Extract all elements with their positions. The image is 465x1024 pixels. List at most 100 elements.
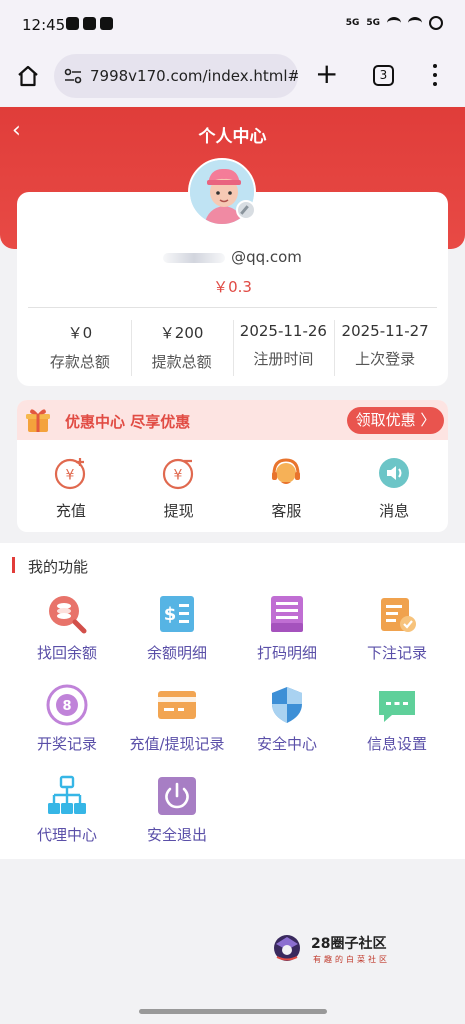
home-icon[interactable] [16, 64, 40, 88]
function-label: 代理中心 [36, 826, 97, 844]
url-text: 7998v170.com/index.html#/mine [90, 67, 298, 85]
battery-icon [429, 16, 443, 30]
section-marker [12, 557, 15, 573]
function-label: 充值/提现记录 [129, 735, 225, 753]
function-agent-center[interactable]: 代理中心 [12, 775, 122, 845]
section-title: 我的功能 [28, 558, 89, 576]
shield-icon [272, 687, 302, 723]
browser-toolbar: 7998v170.com/index.html#/mine + 3 [0, 50, 465, 106]
stat-deposit-total: ￥0 存款总额 [29, 318, 131, 376]
tiktok-icon [83, 17, 96, 30]
code-detail-icon [271, 596, 303, 632]
function-label: 开奖记录 [36, 735, 97, 753]
stat-label: 上次登录 [355, 350, 416, 368]
ball-eight-icon: 8 [46, 684, 88, 726]
community-logo-icon [274, 935, 300, 961]
svg-text:¥: ¥ [65, 468, 74, 484]
signal-icon: 5G [345, 18, 360, 28]
stat-register-time: 2025-11-26 注册时间 [232, 318, 335, 376]
quick-action-label: 提现 [163, 502, 194, 520]
stat-withdraw-total: ￥200 提款总额 [130, 318, 233, 376]
svg-text:8: 8 [62, 699, 71, 714]
status-bar: 12:45 5G 5G [0, 0, 465, 50]
function-label: 余额明细 [146, 644, 207, 662]
balance-detail-icon: $ [160, 596, 194, 632]
card-icon [158, 691, 196, 719]
status-time: 12:45 [22, 16, 66, 34]
page-title: 个人中心 [198, 127, 267, 147]
bet-record-icon [381, 598, 416, 632]
redacted-text [163, 252, 226, 263]
watermark-subtitle: 有趣的白菜社区 [313, 955, 390, 964]
function-logout[interactable]: 安全退出 [122, 775, 232, 845]
wifi-icon [387, 17, 401, 29]
wifi-icon [408, 17, 422, 29]
stat-value: ￥0 [67, 324, 93, 342]
function-label: 安全退出 [146, 826, 207, 844]
svg-text:¥: ¥ [173, 468, 182, 484]
stat-label: 提款总额 [151, 353, 212, 371]
plus-icon[interactable]: + [315, 60, 338, 88]
functions-grid: 找回余额 $ 余额明细 打码明细 下注记录 8 开奖记录 充值/提现记录 安全中… [12, 593, 453, 845]
quick-actions: ¥ 充值 ¥ 提现 客服 消息 [17, 456, 448, 521]
function-draw-record[interactable]: 8 开奖记录 [12, 684, 122, 754]
function-label: 下注记录 [366, 644, 427, 662]
function-label: 安全中心 [256, 735, 317, 753]
quick-action-label: 充值 [55, 502, 86, 520]
notification-icons [66, 17, 113, 30]
stat-value: 2025-11-27 [341, 322, 429, 340]
yen-minus-icon: ¥ [162, 458, 193, 490]
quick-action-label: 客服 [271, 502, 302, 520]
promo-text: 优惠中心 尽享优惠 [65, 413, 191, 431]
tabs-icon[interactable]: 3 [373, 65, 394, 86]
power-icon [158, 777, 196, 815]
username-text: @qq.com [231, 248, 302, 266]
headset-icon [272, 458, 301, 484]
function-label: 打码明细 [256, 644, 317, 662]
function-label: 信息设置 [366, 735, 427, 753]
function-bet-record[interactable]: 下注记录 [342, 593, 452, 663]
quick-action-label: 消息 [379, 502, 410, 520]
stat-value: ￥200 [159, 324, 204, 342]
site-settings-icon[interactable] [64, 68, 82, 84]
function-info-settings[interactable]: 信息设置 [342, 684, 452, 754]
speaker-icon [379, 458, 410, 488]
org-chart-icon [48, 775, 86, 814]
username: @qq.com [17, 248, 448, 266]
function-balance-detail[interactable]: $ 余额明细 [122, 593, 232, 663]
gesture-bar[interactable] [139, 1009, 327, 1014]
gift-icon [26, 409, 50, 432]
stats-row: ￥0 存款总额 ￥200 提款总额 2025-11-26 注册时间 2025-1… [29, 318, 436, 376]
stat-label: 注册时间 [253, 350, 314, 368]
quick-action-messages[interactable]: 消息 [340, 456, 448, 521]
my-functions-section: 我的功能 找回余额 $ 余额明细 打码明细 下注记录 8 开奖记录 充值/提现记… [0, 543, 465, 859]
stat-label: 存款总额 [49, 353, 110, 371]
quick-action-deposit[interactable]: ¥ 充值 [17, 456, 125, 521]
signal-icon: 5G [366, 18, 380, 28]
function-code-detail[interactable]: 打码明细 [232, 593, 342, 663]
svg-text:$: $ [164, 604, 177, 625]
function-recover-balance[interactable]: 找回余额 [12, 593, 122, 663]
app-notification-icon [66, 17, 79, 30]
balance: ￥0.3 [213, 278, 252, 296]
quick-action-withdraw[interactable]: ¥ 提现 [125, 456, 233, 521]
claim-promo-button[interactable]: 领取优惠 〉 [347, 407, 444, 434]
status-indicators: 5G 5G [346, 16, 443, 30]
more-vert-icon[interactable] [432, 64, 438, 88]
address-bar[interactable]: 7998v170.com/index.html#/mine [54, 54, 298, 98]
watermark-title: 28圈子社区 [311, 936, 387, 952]
promo-bar[interactable]: 优惠中心 尽享优惠 领取优惠 〉 [17, 400, 448, 440]
stat-value: 2025-11-26 [239, 322, 327, 340]
message-icon [379, 691, 415, 722]
function-security-center[interactable]: 安全中心 [232, 684, 342, 754]
divider [28, 307, 437, 308]
coin-search-icon [49, 596, 87, 634]
yen-plus-icon: ¥ [54, 458, 85, 490]
function-deposit-withdraw-record[interactable]: 充值/提现记录 [122, 684, 232, 754]
edit-avatar-icon[interactable] [236, 200, 256, 220]
stat-last-login: 2025-11-27 上次登录 [334, 318, 436, 376]
function-label: 找回余额 [36, 644, 97, 662]
promo-card: 优惠中心 尽享优惠 领取优惠 〉 ¥ 充值 ¥ 提现 客服 消息 [17, 400, 448, 532]
taobao-icon [100, 17, 113, 30]
quick-action-service[interactable]: 客服 [233, 456, 341, 521]
